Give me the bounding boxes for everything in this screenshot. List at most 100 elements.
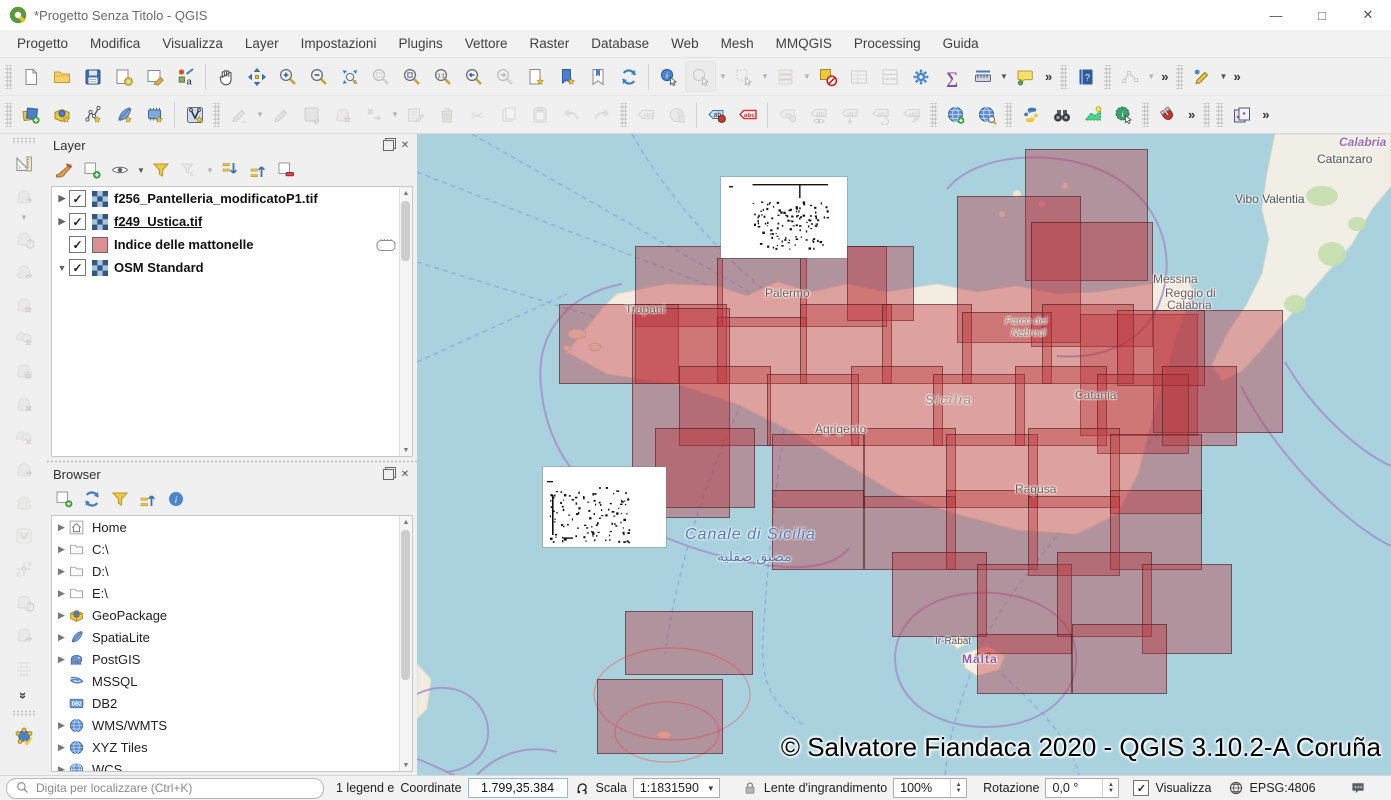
menu-guida[interactable]: Guida [932, 33, 990, 54]
new-temporary-scratch-layer-icon[interactable] [180, 100, 209, 129]
layer-labeling-options-icon[interactable]: abc [631, 100, 660, 129]
browser-item-d-[interactable]: ▶D:\ [52, 560, 412, 582]
menu-raster[interactable]: Raster [519, 33, 581, 54]
python-console-icon[interactable] [1016, 100, 1045, 129]
refresh-map-icon[interactable] [614, 62, 643, 91]
rotate-label-icon[interactable]: abc [866, 100, 895, 129]
add-feature-icon[interactable] [328, 100, 357, 129]
expander-icon[interactable]: ▶ [55, 764, 68, 773]
measure-line-icon[interactable] [968, 62, 997, 91]
browser-item-postgis[interactable]: ▶PostGIS [52, 648, 412, 670]
browser-item-geopackage[interactable]: ▶GeoPackage [52, 604, 412, 626]
snapping-overflow-button[interactable]: » [1228, 69, 1245, 84]
layer-visibility-checkbox[interactable]: ✓ [69, 190, 86, 207]
browser-item-c-[interactable]: ▶C:\ [52, 538, 412, 560]
select-features-by-value-dropdown-icon[interactable]: ▼ [718, 72, 728, 81]
show-hide-labels-icon[interactable]: abc [804, 100, 833, 129]
digitizing-overflow-button[interactable]: » [1156, 69, 1173, 84]
browser-item-xyz-tiles[interactable]: ▶XYZ Tiles [52, 736, 412, 758]
menu-plugins[interactable]: Plugins [387, 33, 453, 54]
rotate-point-symbols-icon[interactable] [9, 620, 38, 649]
zoom-native-icon[interactable]: 1:1 [428, 62, 457, 91]
redo-icon[interactable] [587, 100, 616, 129]
left-toolbar-overflow-button[interactable]: » [16, 692, 31, 699]
expander-icon[interactable]: ▶ [55, 610, 68, 621]
change-label-icon[interactable]: abc [897, 100, 926, 129]
expander-icon[interactable]: ▶ [55, 216, 69, 227]
new-print-layout-icon[interactable] [109, 62, 138, 91]
add-bookmark-icon[interactable] [552, 62, 581, 91]
locator-search-input[interactable]: Digita per localizzare (Ctrl+K) [6, 778, 324, 799]
save-project-icon[interactable] [78, 62, 107, 91]
map-tips-icon[interactable] [1010, 62, 1039, 91]
expander-icon[interactable]: ▶ [55, 742, 68, 753]
select-features-icon[interactable] [729, 62, 758, 91]
open-layer-styling-icon[interactable] [52, 158, 76, 182]
layer-row-1[interactable]: ▶✓f249_Ustica.tif [52, 210, 412, 233]
zoom-last-icon[interactable] [459, 62, 488, 91]
trim-extend-icon[interactable] [9, 653, 38, 682]
browser-item-home[interactable]: ▶Home [52, 516, 412, 538]
show-layout-manager-icon[interactable] [140, 62, 169, 91]
menu-vettore[interactable]: Vettore [454, 33, 519, 54]
delete-ring-icon[interactable] [9, 389, 38, 418]
magnifier-spinner[interactable]: 100% ▲▼ [893, 778, 967, 798]
new-spatial-bookmark-icon[interactable] [521, 62, 550, 91]
modify-attributes-icon[interactable] [401, 100, 430, 129]
highlight-pinned-labels-icon[interactable]: abc [733, 100, 762, 129]
layer-diagram-options-icon[interactable] [662, 100, 691, 129]
split-parts-icon[interactable] [9, 554, 38, 583]
collapse-all-icon[interactable] [246, 158, 270, 182]
move-feature-dropdown-icon[interactable]: ▼ [390, 110, 400, 119]
expander-icon[interactable]: ▶ [55, 588, 68, 599]
browser-item-db2[interactable]: DB2DB2 [52, 692, 412, 714]
merge-features-icon[interactable] [9, 587, 38, 616]
layer-panel-float-icon[interactable] [382, 140, 394, 152]
lock-scale-icon[interactable] [742, 780, 758, 796]
remove-layer-icon[interactable] [274, 158, 298, 182]
map-canvas[interactable]: PalermoTrapaniParco deiNebrodiSiciliaAgr… [417, 134, 1391, 775]
open-data-source-manager-icon[interactable] [16, 100, 45, 129]
zoom-to-layer-icon[interactable] [397, 62, 426, 91]
add-selected-layers-icon[interactable] [52, 487, 76, 511]
add-group-icon[interactable] [80, 158, 104, 182]
undo-icon[interactable] [556, 100, 585, 129]
expander-icon[interactable]: ▶ [55, 632, 68, 643]
render-checkbox[interactable]: ✓ [1133, 780, 1149, 796]
toolbar-overflow-button[interactable]: » [1040, 69, 1057, 84]
expander-icon[interactable]: ▶ [55, 544, 68, 555]
check-geometries-icon[interactable] [9, 722, 38, 751]
new-virtual-layer-icon[interactable] [140, 100, 169, 129]
new-project-icon[interactable] [16, 62, 45, 91]
coordinate-input[interactable]: 1.799,35.384 [468, 778, 568, 798]
zoom-in-icon[interactable] [273, 62, 302, 91]
current-edits-dropdown-icon[interactable]: ▼ [255, 110, 265, 119]
measure-line-dropdown-icon[interactable]: ▼ [999, 72, 1009, 81]
expander-icon[interactable]: ▶ [55, 193, 69, 204]
new-spatialite-layer-icon[interactable] [109, 100, 138, 129]
cut-features-icon[interactable]: ✂ [463, 100, 492, 129]
feature-info-tool-icon[interactable]: i [1109, 100, 1138, 129]
layer-tree-scrollbar[interactable]: ▲▼ [399, 187, 412, 456]
menu-web[interactable]: Web [660, 33, 710, 54]
browser-item-wms-wmts[interactable]: ▶WMS/WMTS [52, 714, 412, 736]
paste-features-icon[interactable] [525, 100, 554, 129]
style-manager-icon[interactable]: a [171, 62, 200, 91]
rotation-spinner[interactable]: 0,0 ° ▲▼ [1045, 778, 1119, 798]
zoom-to-selection-icon[interactable] [366, 62, 395, 91]
move-label-icon[interactable]: abc [835, 100, 864, 129]
filter-by-expression-icon[interactable]: ε [177, 158, 201, 182]
raster-tools-icon[interactable] [1227, 100, 1256, 129]
toggle-editing-icon[interactable] [266, 100, 295, 129]
reshape-features-icon[interactable] [9, 488, 38, 517]
advanced-digitizing-panel-icon[interactable] [9, 149, 38, 178]
open-attribute-table-icon[interactable] [844, 62, 873, 91]
menu-database[interactable]: Database [580, 33, 660, 54]
rotate-feature-icon[interactable] [9, 224, 38, 253]
current-edits-icon[interactable] [224, 100, 253, 129]
memory-layer-indicator-icon[interactable] [376, 238, 396, 252]
menu-mmqgis[interactable]: MMQGIS [765, 33, 843, 54]
new-geopackage-layer-icon[interactable] [47, 100, 76, 129]
vertex-tool-icon[interactable] [1115, 62, 1144, 91]
layer-visibility-checkbox[interactable]: ✓ [69, 213, 86, 230]
